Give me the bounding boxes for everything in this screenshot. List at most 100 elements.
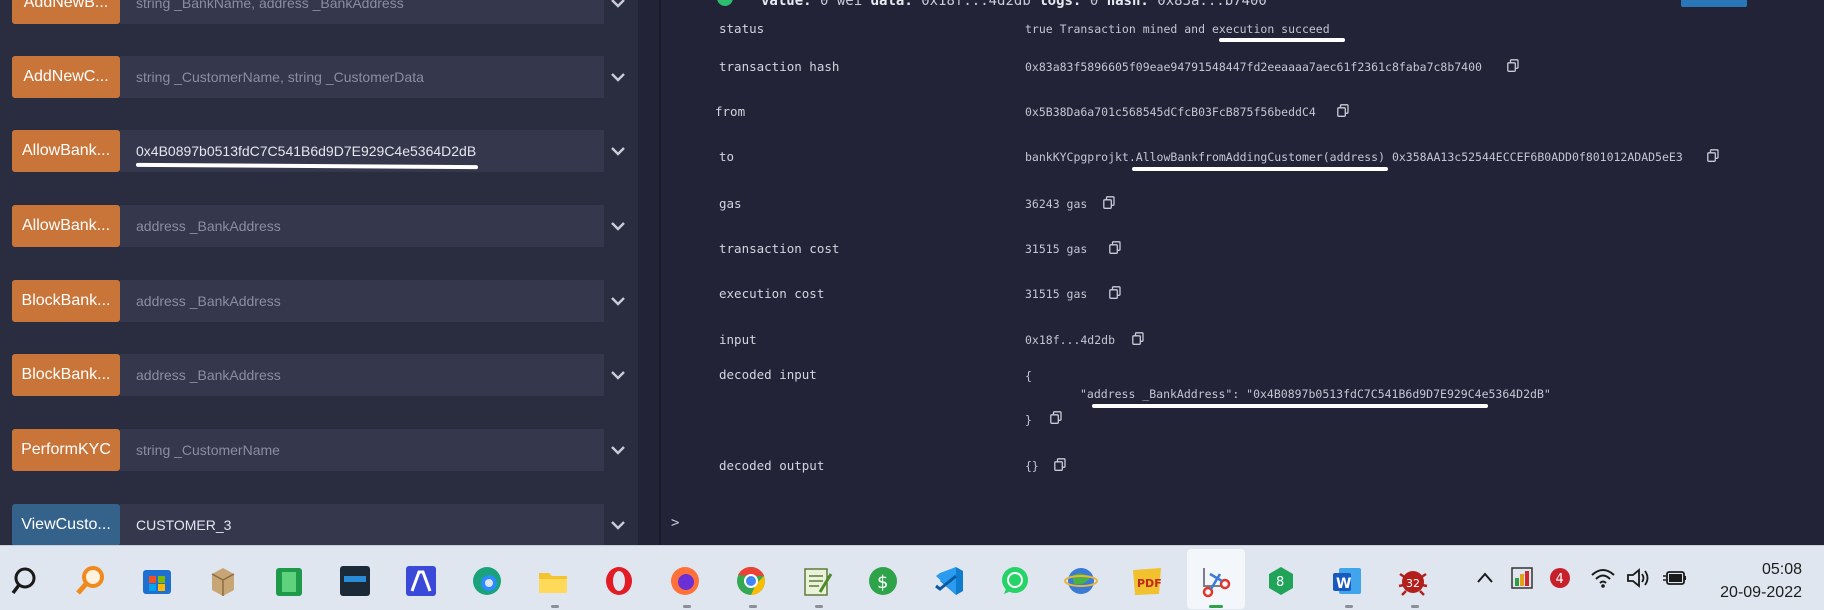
transaction-hash-label: transaction hash — [719, 59, 840, 74]
function-row: ViewCusto... CUSTOMER_3 — [12, 504, 632, 545]
copy-icon[interactable] — [1054, 458, 1066, 471]
running-indicator — [815, 605, 823, 608]
function-row: AddNewC... string _CustomerName, string … — [12, 56, 632, 98]
chevron-down-icon[interactable] — [608, 141, 628, 161]
chrome-icon[interactable] — [734, 564, 768, 598]
transaction-summary[interactable]: value: 0 wei data: 0x18f...4d2db logs: 0… — [761, 0, 1267, 9]
logs-label: logs: — [1039, 0, 1082, 9]
function-button[interactable]: PerformKYC — [12, 429, 120, 471]
logs-text: 0 — [1089, 0, 1099, 9]
decoded-output-label: decoded output — [719, 458, 825, 473]
running-indicator — [683, 605, 691, 608]
word-icon[interactable]: W — [1330, 564, 1364, 598]
highlight-underline — [1219, 38, 1345, 42]
function-button[interactable]: AddNewC... — [12, 56, 120, 98]
contract-name: bankKYCpgprojkt. — [1025, 150, 1136, 164]
gas-value: 36243 gas — [1025, 197, 1088, 211]
clock-date[interactable]: 20-09-2022 — [1720, 584, 1802, 602]
transaction-cost-value: 31515 gas — [1025, 242, 1088, 256]
chevron-down-icon[interactable] — [608, 67, 628, 87]
clock-time[interactable]: 05:08 — [1762, 561, 1802, 579]
function-button[interactable]: AllowBank... — [12, 205, 120, 247]
function-button[interactable]: AddNewB... — [12, 0, 120, 24]
ai-app-icon[interactable] — [404, 564, 438, 598]
chevron-down-icon[interactable] — [608, 291, 628, 311]
function-button[interactable]: BlockBank... — [12, 280, 120, 322]
decoded-input-label: decoded input — [719, 367, 817, 382]
edge-icon[interactable] — [470, 564, 504, 598]
magnifier-icon[interactable] — [74, 564, 108, 598]
notepad-icon[interactable] — [800, 564, 834, 598]
tray-badge-text: 4 — [1556, 572, 1564, 587]
debug-button[interactable] — [1681, 0, 1747, 7]
notification-badge-icon[interactable]: 4 — [1548, 566, 1572, 590]
wifi-icon[interactable] — [1590, 567, 1616, 589]
amazon-prime-video-icon[interactable] — [338, 564, 372, 598]
battery-charging-icon[interactable] — [1662, 568, 1688, 588]
function-args-input[interactable]: address _BankAddress — [120, 280, 604, 322]
running-indicator — [551, 605, 559, 608]
opera-icon[interactable] — [602, 564, 636, 598]
search-icon[interactable] — [10, 564, 44, 598]
highlight-underline — [1092, 404, 1488, 408]
copy-icon[interactable] — [1050, 411, 1062, 424]
firefox-icon[interactable] — [668, 564, 702, 598]
chevron-down-icon[interactable] — [608, 365, 628, 385]
volume-icon[interactable] — [1626, 567, 1652, 589]
function-row: AddNewB... string _BankName, address _Ba… — [12, 0, 632, 24]
copy-icon[interactable] — [1507, 59, 1519, 72]
globe-app-icon[interactable] — [1064, 564, 1098, 598]
windows-taskbar: $ PDF 8 W 32 4 05:08 20-09-2022 — [0, 545, 1824, 610]
function-button[interactable]: AllowBank... — [12, 130, 120, 172]
chevron-down-icon[interactable] — [608, 216, 628, 236]
copy-icon[interactable] — [1337, 104, 1349, 117]
function-args-input[interactable]: CUSTOMER_3 — [120, 504, 604, 545]
decoded-input-entry: "address _BankAddress": "0x4B0897b0513fd… — [1080, 387, 1551, 401]
copy-icon[interactable] — [1109, 241, 1121, 254]
gnucash-icon[interactable]: $ — [866, 564, 900, 598]
input-value: 0x18f...4d2db — [1025, 333, 1116, 347]
transaction-cost-label: transaction cost — [719, 241, 840, 256]
copy-icon[interactable] — [1707, 149, 1719, 162]
whatsapp-icon[interactable] — [998, 564, 1032, 598]
microsoft-store-icon[interactable] — [140, 564, 174, 598]
chevron-down-icon[interactable] — [608, 0, 628, 13]
chevron-up-icon[interactable] — [1476, 571, 1494, 585]
function-args-input[interactable]: address _BankAddress — [120, 205, 604, 247]
green-hex-app-icon[interactable]: 8 — [1264, 564, 1298, 598]
snipping-tool-icon[interactable] — [1198, 564, 1232, 598]
function-button[interactable]: BlockBank... — [12, 354, 120, 396]
bug-app-icon[interactable]: 32 — [1396, 564, 1430, 598]
from-label: from — [715, 104, 746, 119]
copy-icon[interactable] — [1109, 286, 1121, 299]
method-signature: AllowBankfromAddingCustomer(address) — [1135, 150, 1386, 164]
function-args-input[interactable]: address _BankAddress — [120, 354, 604, 396]
svg-text:$: $ — [877, 572, 888, 593]
chevron-down-icon[interactable] — [608, 515, 628, 535]
green-app-icon[interactable] — [272, 564, 306, 598]
function-args-input[interactable]: string _CustomerName — [120, 429, 604, 471]
copy-icon[interactable] — [1103, 196, 1115, 209]
badge-red-text: 32 — [1406, 577, 1420, 590]
function-args-input[interactable]: string _BankName, address _BankAddress — [120, 0, 604, 24]
transaction-hash-value: 0x83a83f5896605f09eae94791548447fd2eeaaa… — [1025, 60, 1482, 74]
vscode-icon[interactable] — [932, 564, 966, 598]
function-args-input[interactable]: string _CustomerName, string _CustomerDa… — [120, 56, 604, 98]
status-value: true Transaction mined and execution suc… — [1025, 22, 1330, 36]
running-indicator — [1411, 605, 1419, 608]
bar-chart-tray-icon[interactable] — [1510, 566, 1534, 590]
execution-cost-label: execution cost — [719, 286, 825, 301]
chevron-down-icon[interactable] — [608, 440, 628, 460]
status-highlight: execution succeed — [1211, 22, 1330, 36]
data-label: data: — [870, 0, 913, 9]
copy-icon[interactable] — [1132, 332, 1144, 345]
file-explorer-icon[interactable] — [536, 564, 570, 598]
pdf-icon[interactable]: PDF — [1130, 564, 1164, 598]
package-icon[interactable] — [206, 564, 240, 598]
terminal-prompt[interactable]: > — [671, 515, 679, 531]
function-button[interactable]: ViewCusto... — [12, 504, 120, 545]
badge-green-text: 8 — [1276, 575, 1284, 590]
decoded-output-value: {} — [1025, 459, 1039, 473]
function-row: BlockBank... address _BankAddress — [12, 280, 632, 322]
highlight-underline — [1132, 167, 1388, 171]
